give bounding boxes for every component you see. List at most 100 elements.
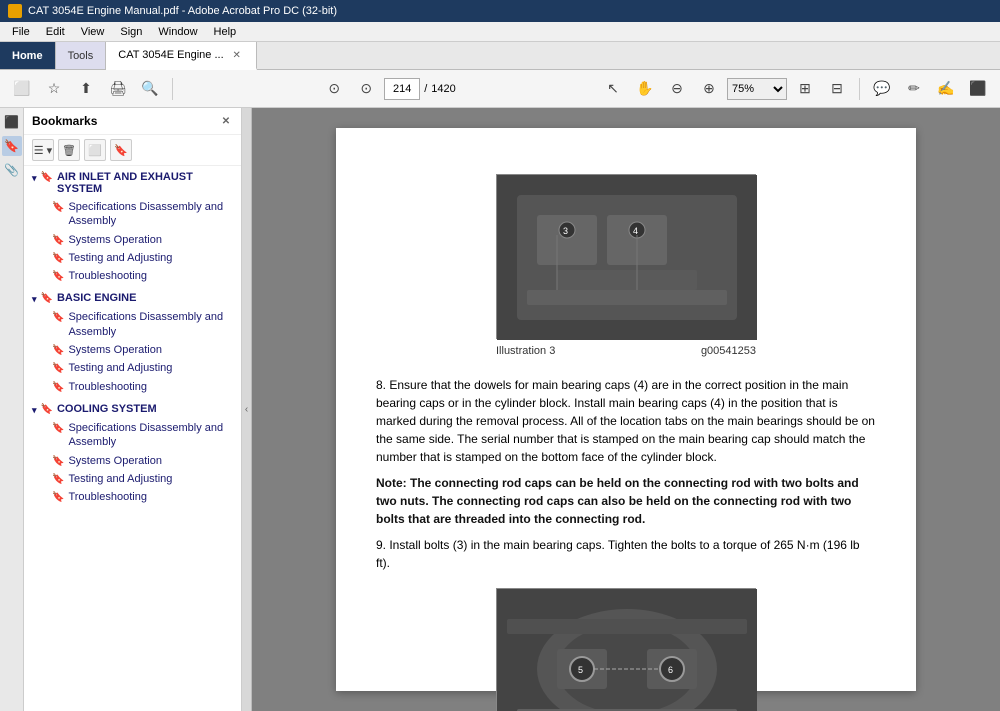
list-item[interactable]: 🔖 Testing and Adjusting [48,249,237,267]
bookmarks-collapse-button[interactable]: 🔖 [110,139,132,161]
list-item[interactable]: 🔖 Specifications Disassembly and Assembl… [48,308,237,341]
zoom-in-button[interactable]: ⊕ [695,75,723,103]
toggle-cooling: ▾ [32,405,37,416]
bm-item-icon: 🔖 [52,252,64,265]
select-tool[interactable]: ↖ [599,75,627,103]
share-button[interactable]: ⬛ [964,75,992,103]
illustration-4-image: 5 6 [496,588,756,711]
menu-file[interactable]: File [4,24,38,40]
bookmarks-expand-button[interactable]: ⬜ [84,139,106,161]
sidebar-icons: ⬛ 🔖 📎 [0,108,24,711]
illustration-3-image: 3 4 [496,174,756,339]
bm-section-label-cooling: COOLING SYSTEM [57,403,157,415]
menu-sign[interactable]: Sign [112,24,150,40]
list-item[interactable]: 🔖 Troubleshooting [48,267,237,285]
illustration-4-container: 5 6 Illustration 4 g00541254 [376,588,876,711]
menu-edit[interactable]: Edit [38,24,73,40]
illustration-3-container: 3 4 Illustration 3 g00541253 [376,174,876,360]
bm-item-icon: 🔖 [52,422,64,435]
fit-page-button[interactable]: ⊞ [791,75,819,103]
bm-item-label: Troubleshooting [68,380,146,394]
tab-tools-label: Tools [68,50,94,62]
list-item[interactable]: 🔖 Testing and Adjusting [48,470,237,488]
sep2 [859,78,860,100]
menu-help[interactable]: Help [206,24,245,40]
list-item[interactable]: 🔖 Systems Operation [48,452,237,470]
list-item[interactable]: 🔖 Systems Operation [48,231,237,249]
window-title: CAT 3054E Engine Manual.pdf - Adobe Acro… [28,5,337,17]
bm-item-icon: 🔖 [52,344,64,357]
list-item[interactable]: 🔖 Specifications Disassembly and Assembl… [48,198,237,231]
bookmarks-options-button[interactable]: ☰ ▾ [32,139,54,161]
bookmark-button[interactable]: ☆ [40,75,68,103]
menu-view[interactable]: View [73,24,113,40]
menu-window[interactable]: Window [150,24,205,40]
tab-document-label: CAT 3054E Engine ... [118,49,223,61]
bm-item-label: Specifications Disassembly and Assembly [68,421,233,450]
bm-item-label: Specifications Disassembly and Assembly [68,310,233,339]
main-area: ⬛ 🔖 📎 Bookmarks ✕ ☰ ▾ 🗑 ⬜ 🔖 ▾ 🔖 AIR INLE… [0,108,1000,711]
tab-close-button[interactable]: ✕ [230,48,244,62]
collapse-panel-handle[interactable]: ‹ [242,108,252,711]
attachment-icon[interactable]: 📎 [2,160,22,180]
bm-section-header-cooling[interactable]: ▾ 🔖 COOLING SYSTEM [28,400,237,419]
bm-item-icon: 🔖 [52,311,64,324]
bm-section-air-inlet: ▾ 🔖 AIR INLET AND EXHAUST SYSTEM 🔖 Speci… [24,166,241,287]
page-separator: / [424,83,427,95]
illustration-3-code: g00541253 [701,343,756,360]
bm-items-cooling: 🔖 Specifications Disassembly and Assembl… [28,419,237,506]
list-item[interactable]: 🔖 Specifications Disassembly and Assembl… [48,419,237,452]
edit-button[interactable]: ✏ [900,75,928,103]
new-button[interactable]: ⬜ [8,75,36,103]
comment-button[interactable]: 💬 [868,75,896,103]
svg-text:5: 5 [578,665,583,675]
sign-button[interactable]: ✍ [932,75,960,103]
doc-note: Note: The connecting rod caps can be hel… [376,474,876,528]
toggle-air-inlet: ▾ [32,173,37,184]
list-item[interactable]: 🔖 Troubleshooting [48,488,237,506]
tab-document[interactable]: CAT 3054E Engine ... ✕ [106,42,256,70]
menu-bar: File Edit View Sign Window Help [0,22,1000,42]
bm-item-label: Testing and Adjusting [68,472,172,486]
title-bar: CAT 3054E Engine Manual.pdf - Adobe Acro… [0,0,1000,22]
search-button[interactable]: 🔍 [136,75,164,103]
bookmarks-delete-button[interactable]: 🗑 [58,139,80,161]
app-icon [8,4,22,18]
prev-page-button[interactable]: ⊙ [320,75,348,103]
illustration-3-caption: Illustration 3 g00541253 [496,343,756,360]
sep1 [172,78,173,100]
bm-section-header-basic-engine[interactable]: ▾ 🔖 BASIC ENGINE [28,289,237,308]
tab-home[interactable]: Home [0,42,56,69]
zoom-select[interactable]: 75% 100% 50% 125% [727,78,787,100]
next-page-button[interactable]: ⊙ [352,75,380,103]
bookmarks-header: Bookmarks ✕ [24,108,241,135]
list-item[interactable]: 🔖 Troubleshooting [48,378,237,396]
bm-section-label-air-inlet: AIR INLET AND EXHAUST SYSTEM [57,171,233,195]
tab-tools[interactable]: Tools [56,42,107,69]
bm-section-basic-engine: ▾ 🔖 BASIC ENGINE 🔖 Specifications Disass… [24,287,241,397]
doc-note-text: Note: The connecting rod caps can be hel… [376,476,859,526]
zoom-out-button[interactable]: ⊖ [663,75,691,103]
bm-item-icon: 🔖 [52,473,64,486]
bookmarks-close-button[interactable]: ✕ [219,114,233,128]
bm-item-label: Systems Operation [68,343,162,357]
bookmarks-panel: Bookmarks ✕ ☰ ▾ 🗑 ⬜ 🔖 ▾ 🔖 AIR INLET AND … [24,108,242,711]
bookmarks-icon[interactable]: 🔖 [2,136,22,156]
fit-width-button[interactable]: ⊟ [823,75,851,103]
list-item[interactable]: 🔖 Testing and Adjusting [48,359,237,377]
svg-text:6: 6 [668,665,673,675]
doc-area: 3 4 Illustration 3 g00541253 8. Ensure t… [252,108,1000,711]
bm-item-label: Testing and Adjusting [68,251,172,265]
bm-section-header-air-inlet[interactable]: ▾ 🔖 AIR INLET AND EXHAUST SYSTEM [28,168,237,198]
bm-items-air-inlet: 🔖 Specifications Disassembly and Assembl… [28,198,237,285]
bm-item-icon: 🔖 [52,201,64,214]
bm-item-label: Troubleshooting [68,490,146,504]
bm-item-label: Systems Operation [68,454,162,468]
page-thumbnails-icon[interactable]: ⬛ [2,112,22,132]
hand-tool[interactable]: ✋ [631,75,659,103]
page-number-input[interactable] [384,78,420,100]
page-nav: / 1420 [384,78,456,100]
print-button[interactable]: 🖨 [104,75,132,103]
list-item[interactable]: 🔖 Systems Operation [48,341,237,359]
upload-button[interactable]: ⬆ [72,75,100,103]
